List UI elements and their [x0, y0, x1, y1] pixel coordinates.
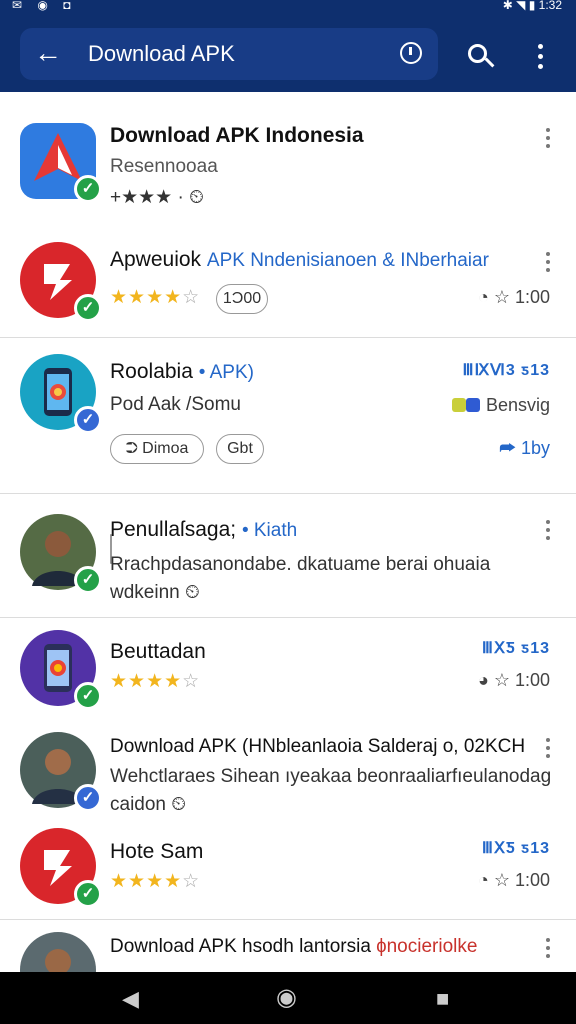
- list-item[interactable]: Download APK hsodh lantorsia ɸnocieriolk…: [0, 920, 576, 972]
- app-icon: ✓: [20, 828, 102, 908]
- item-title: Download APK (HNbleanlaoia Salderaj o, 0…: [110, 736, 526, 757]
- item-title: Hote Sam: [110, 840, 204, 863]
- item-title: Beuttadan: [110, 640, 206, 663]
- category-pill[interactable]: ⮊ Dimoa: [110, 434, 204, 464]
- item-tag: ⅢⅩƼ ƽ13: [481, 840, 550, 857]
- verified-badge-icon: ✓: [74, 880, 102, 908]
- item-title: Apweuiok APK Nndenisianoen & INberhaiar: [110, 248, 489, 272]
- search-query[interactable]: Download APK: [88, 41, 235, 67]
- tag-icon: [465, 398, 480, 412]
- nav-home-icon[interactable]: ◉: [276, 983, 297, 1012]
- stars-empty: ☆: [182, 871, 201, 892]
- app-icon: ✓: [20, 354, 102, 434]
- verified-badge-icon: ✓: [74, 406, 102, 434]
- item-title-main: Penullaſsaga;: [110, 518, 237, 541]
- list-item[interactable]: ✓ Download APK Indonesia Resennooaa +★★★…: [0, 92, 576, 232]
- item-title: Download APK hsodh lantorsia ɸnocieriolk…: [110, 936, 477, 958]
- stars-filled: ★★★★: [110, 871, 183, 892]
- system-nav-bar: ◀ ◉ ■: [0, 972, 576, 1024]
- status-bar: ✉ ◉ ◘ ✱ ◥ ▮ 1:32: [0, 0, 576, 14]
- nav-back-icon[interactable]: ◀: [122, 986, 139, 1012]
- list-item[interactable]: ✓ Beuttadan ⅢⅩƼ ƽ13 ★★★★☆ ◕ ☆ 1:00: [0, 618, 576, 722]
- item-title-accent: APK Nndenisianoen & INberhaiar: [206, 250, 489, 271]
- list-item[interactable]: ✓ Apweuiok APK Nndenisianoen & INberhaia…: [0, 232, 576, 338]
- item-meta-right: ⮫ 1by: [499, 438, 550, 458]
- rating-stars: ★★★★☆: [110, 870, 200, 893]
- item-meta: +★★★ · ⏲: [110, 187, 204, 208]
- category-pill[interactable]: Gbt: [216, 434, 264, 464]
- item-meta-right: ◕ ☆ 1:00: [477, 670, 550, 690]
- item-title-accent: • APK): [198, 362, 254, 383]
- verified-badge-icon: ✓: [74, 175, 102, 203]
- item-tag: ⅢⅩƼ ƽ13: [481, 640, 550, 657]
- item-meta-right: ◔ ☆ 1:00: [477, 287, 550, 307]
- app-icon: ✓: [20, 630, 102, 710]
- item-subtitle-2: caidon ⏲: [110, 794, 187, 815]
- results-list: ✓ Download APK Indonesia Resennooaa +★★★…: [0, 92, 576, 972]
- status-right-icons: ✱ ◥ ▮ 1:32: [502, 0, 562, 12]
- item-subtitle: Resennooaa: [110, 156, 218, 177]
- app-icon: ✓: [20, 242, 102, 322]
- app-bar: ← Download APK: [0, 14, 576, 92]
- more-options-icon[interactable]: [544, 738, 552, 760]
- verified-badge-icon: ✓: [74, 566, 102, 594]
- more-options-icon[interactable]: [544, 128, 552, 150]
- item-title-main: Roolabia: [110, 360, 193, 383]
- item-title-accent: • Kiath: [241, 520, 298, 541]
- item-meta-right: ◔ ☆ 1:00: [477, 870, 550, 890]
- item-subtitle: Wehctlaraes Sihean ıyeakaa beonraaliarfı…: [110, 766, 552, 787]
- overflow-menu-icon[interactable]: [532, 42, 548, 72]
- more-options-icon[interactable]: [544, 252, 552, 274]
- stars-filled: ★★★★: [110, 287, 183, 308]
- app-icon: ✓: [20, 123, 102, 203]
- item-meta-right: Bensvig: [451, 395, 550, 416]
- item-title: Roolabia • APK): [110, 360, 254, 384]
- list-item[interactable]: ✓ Penullaſsaga; • Kiath Rrachpdasanondab…: [0, 494, 576, 618]
- item-title: Download APK Indonesia: [110, 124, 364, 147]
- stars-filled: ★★★★: [110, 671, 183, 692]
- more-options-icon[interactable]: [544, 520, 552, 542]
- item-subtitle: Rrachpdasanondabe. dkatuame berai ohuaia: [110, 554, 491, 575]
- item-subtitle: Pod Aak /Somu: [110, 394, 241, 415]
- avatar: [20, 932, 96, 972]
- list-item[interactable]: ✓ Download APK (HNbleanlaoia Salderaj o,…: [0, 722, 576, 822]
- item-title-main: Download APK hsodh lantorsia: [110, 936, 371, 957]
- item-meta-right-text: Bensvig: [485, 395, 550, 415]
- avatar: ✓: [20, 514, 102, 594]
- verified-badge-icon: ✓: [74, 784, 102, 812]
- tag-icon: [451, 398, 466, 412]
- item-title-accent: ɸnocieriolke: [376, 936, 478, 957]
- status-left-icons: ✉ ◉ ◘: [12, 0, 77, 12]
- search-box[interactable]: ← Download APK: [20, 28, 438, 80]
- list-item[interactable]: ✓ Hote Sam ⅢⅩƼ ƽ13 ★★★★☆ ◔ ☆ 1:00: [0, 822, 576, 920]
- list-item[interactable]: ✓ Roolabia • APK) ⅢⅨⅥ3 ƽ13 Pod Aak /Somu…: [0, 338, 576, 564]
- back-arrow-icon[interactable]: ←: [32, 38, 64, 70]
- person-icon: [45, 949, 71, 972]
- verified-badge-icon: ✓: [74, 682, 102, 710]
- history-icon[interactable]: [400, 42, 422, 64]
- stars-empty: ☆: [182, 671, 201, 692]
- more-options-icon[interactable]: [544, 938, 552, 960]
- stars-empty: ☆: [182, 287, 201, 308]
- version-pill[interactable]: 1Ɔ00: [216, 284, 268, 314]
- item-title-main: Apweuiok: [110, 248, 202, 271]
- nav-recents-icon[interactable]: ■: [436, 986, 449, 1012]
- avatar: ✓: [20, 732, 102, 812]
- verified-badge-icon: ✓: [74, 294, 102, 322]
- item-title: Penullaſsaga; • Kiath: [110, 518, 297, 542]
- item-subtitle-2: wdkeinn ⏲: [110, 582, 200, 603]
- rating-stars: ★★★★☆: [110, 670, 200, 693]
- search-icon[interactable]: [466, 42, 496, 72]
- rating-stars: ★★★★☆: [110, 286, 200, 309]
- item-tag: ⅢⅨⅥ3 ƽ13: [462, 362, 550, 379]
